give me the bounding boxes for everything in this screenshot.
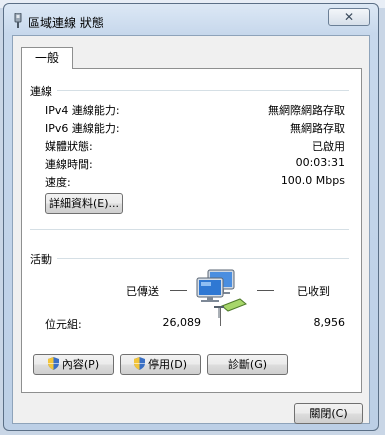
network-adapter-icon (14, 13, 22, 28)
diagnose-button[interactable]: 診斷(G) (207, 354, 288, 375)
general-panel: 連線 IPv4 連線能力: 無網際網路存取 IPv6 連線能力: 無網路存取 媒… (21, 68, 362, 393)
ipv4-value: 無網際網路存取 (268, 104, 345, 117)
title-bar[interactable]: 區域連線 狀態 ✕ (4, 4, 378, 34)
close-window-button[interactable]: ✕ (328, 8, 370, 26)
ipv6-value: 無網路存取 (290, 122, 345, 135)
ipv4-label: IPv4 連線能力: (45, 104, 120, 117)
details-button[interactable]: 詳細資料(E)... (45, 193, 123, 214)
connection-section-label: 連線 (30, 85, 52, 98)
uac-shield-icon (133, 357, 145, 370)
media-state-value: 已啟用 (312, 140, 345, 153)
properties-label: 內容(P) (61, 358, 100, 371)
sent-line (170, 290, 187, 291)
duration-value: 00:03:31 (295, 156, 345, 169)
bytes-sent-value: 26,089 (162, 316, 202, 329)
window-title: 區域連線 狀態 (28, 16, 104, 30)
sent-label: 已傳送 (126, 285, 159, 298)
duration-label: 連線時間: (45, 158, 93, 171)
connection-divider (57, 90, 349, 91)
speed-label: 速度: (45, 176, 71, 189)
close-button[interactable]: 關閉(C) (294, 403, 363, 424)
speed-value: 100.0 Mbps (280, 174, 345, 187)
activity-divider (57, 258, 349, 259)
tab-general[interactable]: 一般 (21, 47, 73, 69)
disable-label: 停用(D) (147, 358, 188, 371)
bytes-separator (220, 308, 221, 326)
media-state-label: 媒體狀態: (45, 140, 93, 153)
bytes-received-value: 8,956 (313, 316, 346, 329)
ipv6-label: IPv6 連線能力: (45, 122, 120, 135)
activity-section-label: 活動 (30, 253, 52, 266)
section-separator (30, 229, 349, 230)
dialog-client-area: 一般 連線 IPv4 連線能力: 無網際網路存取 IPv6 連線能力: 無網路存… (12, 35, 370, 424)
close-icon: ✕ (343, 10, 355, 24)
uac-shield-icon (47, 357, 59, 370)
received-label: 已收到 (297, 285, 330, 298)
received-line (257, 290, 274, 291)
status-dialog: 區域連線 狀態 ✕ 一般 連線 IPv4 連線能力: 無網際網路存取 IPv6 … (3, 3, 379, 431)
properties-button[interactable]: 內容(P) (33, 354, 114, 375)
disable-button[interactable]: 停用(D) (120, 354, 201, 375)
bytes-label: 位元組: (45, 318, 82, 331)
network-computers-icon (196, 269, 247, 318)
